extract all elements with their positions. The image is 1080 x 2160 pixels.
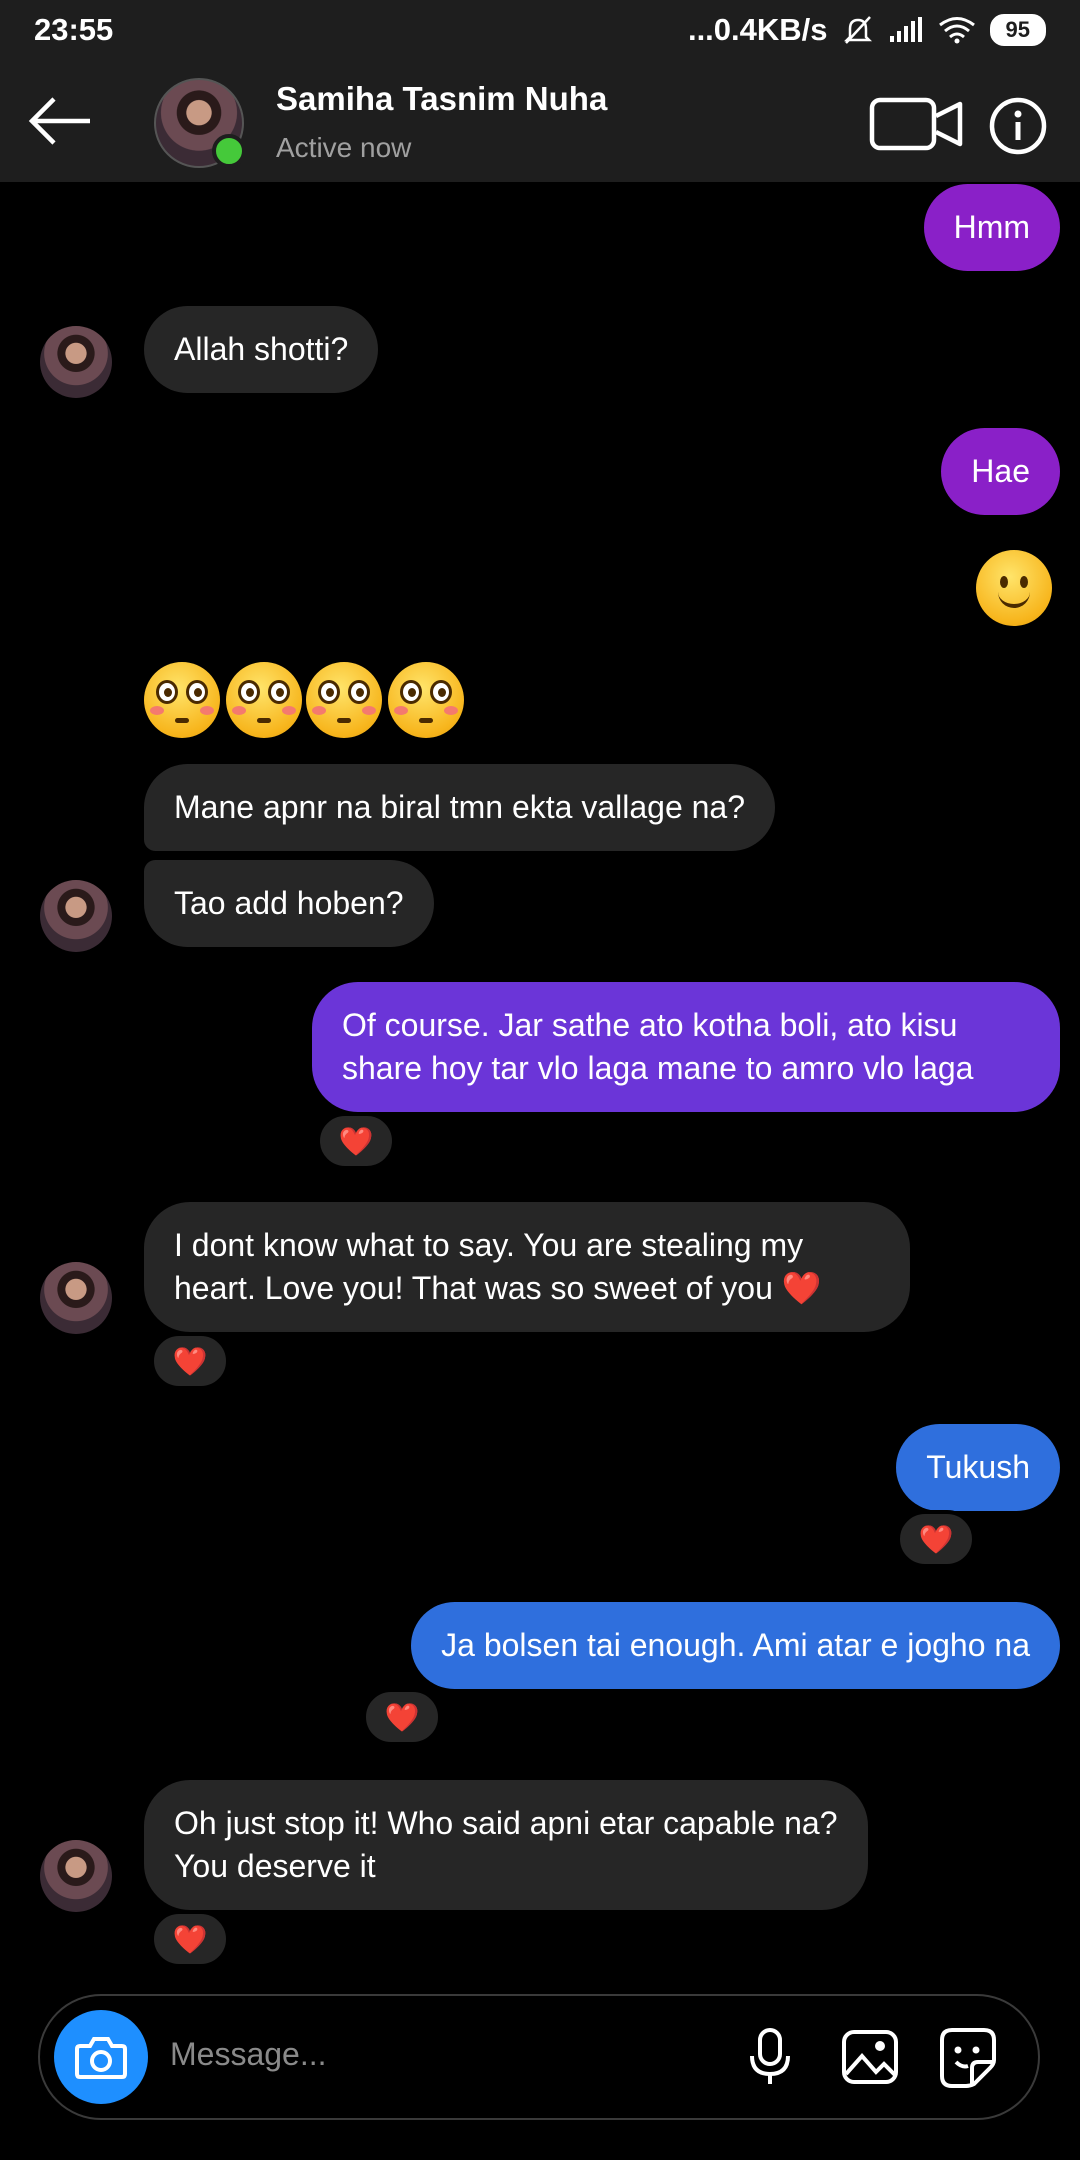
battery-indicator: 95 <box>989 14 1046 46</box>
status-time: 23:55 <box>34 12 114 47</box>
heart-reaction[interactable]: ❤️ <box>150 1910 230 1968</box>
message-bubble-in[interactable]: Tao add hoben? <box>144 860 434 947</box>
flushed-emoji <box>306 662 382 738</box>
sender-avatar <box>40 1262 112 1334</box>
sender-avatar <box>40 880 112 952</box>
message-bubble-out[interactable]: Of course. Jar sathe ato kotha boli, ato… <box>312 982 1060 1112</box>
status-bar: 23:55 ...0.4KB/s 95 <box>0 0 1080 60</box>
heart-reaction[interactable]: ❤️ <box>150 1332 230 1390</box>
message-composer: Message... <box>38 1994 1040 2120</box>
slightly-smiling-emoji[interactable] <box>976 550 1052 626</box>
chat-header: Samiha Tasnim Nuha Active now <box>0 60 1080 182</box>
network-speed: ...0.4KB/s <box>687 12 828 47</box>
heart-icon: ❤️ <box>338 1125 374 1157</box>
mute-bell-icon <box>843 16 872 44</box>
wifi-icon <box>938 17 975 44</box>
sender-avatar <box>40 1840 112 1912</box>
image-icon[interactable] <box>840 2026 900 2088</box>
message-bubble-out[interactable]: Hae <box>941 428 1060 515</box>
heart-reaction[interactable]: ❤️ <box>362 1688 442 1746</box>
signal-icon <box>889 17 922 42</box>
video-camera-icon[interactable] <box>868 96 968 152</box>
message-bubble-in[interactable]: Allah shotti? <box>144 306 379 393</box>
microphone-icon[interactable] <box>740 2026 800 2088</box>
message-input[interactable]: Message... <box>170 2036 327 2073</box>
online-indicator <box>212 134 246 168</box>
message-bubble-in[interactable]: I dont know what to say. You are stealin… <box>144 1202 910 1332</box>
arrow-left-icon[interactable] <box>26 90 96 152</box>
heart-icon: ❤️ <box>384 1701 420 1733</box>
contact-avatar[interactable] <box>154 78 246 168</box>
sticker-icon[interactable] <box>938 2026 998 2088</box>
contact-name[interactable]: Samiha Tasnim Nuha <box>276 80 607 118</box>
heart-icon: ❤️ <box>172 1923 208 1955</box>
heart-reaction[interactable]: ❤️ <box>316 1112 396 1170</box>
message-bubble-out[interactable]: Tukush <box>896 1424 1060 1511</box>
camera-icon <box>75 2037 127 2079</box>
message-bubble-out[interactable]: Hmm <box>923 184 1060 271</box>
camera-button[interactable] <box>54 2010 148 2104</box>
message-bubble-in[interactable]: Mane apnr na biral tmn ekta vallage na? <box>144 764 776 851</box>
flushed-emoji <box>144 662 220 738</box>
flushed-emoji <box>388 662 464 738</box>
message-bubble-in[interactable]: Oh just stop it! Who said apni etar capa… <box>144 1780 868 1910</box>
heart-icon: ❤️ <box>172 1345 208 1377</box>
flushed-emoji <box>226 662 302 738</box>
status-indicators: ...0.4KB/s 95 <box>688 12 1046 48</box>
message-bubble-out[interactable]: Ja bolsen tai enough. Ami atar e jogho n… <box>411 1602 1060 1689</box>
contact-status: Active now <box>276 132 412 163</box>
info-icon[interactable] <box>988 96 1048 156</box>
heart-icon: ❤️ <box>918 1523 954 1555</box>
heart-reaction[interactable]: ❤️ <box>896 1510 976 1568</box>
sender-avatar <box>40 326 112 398</box>
